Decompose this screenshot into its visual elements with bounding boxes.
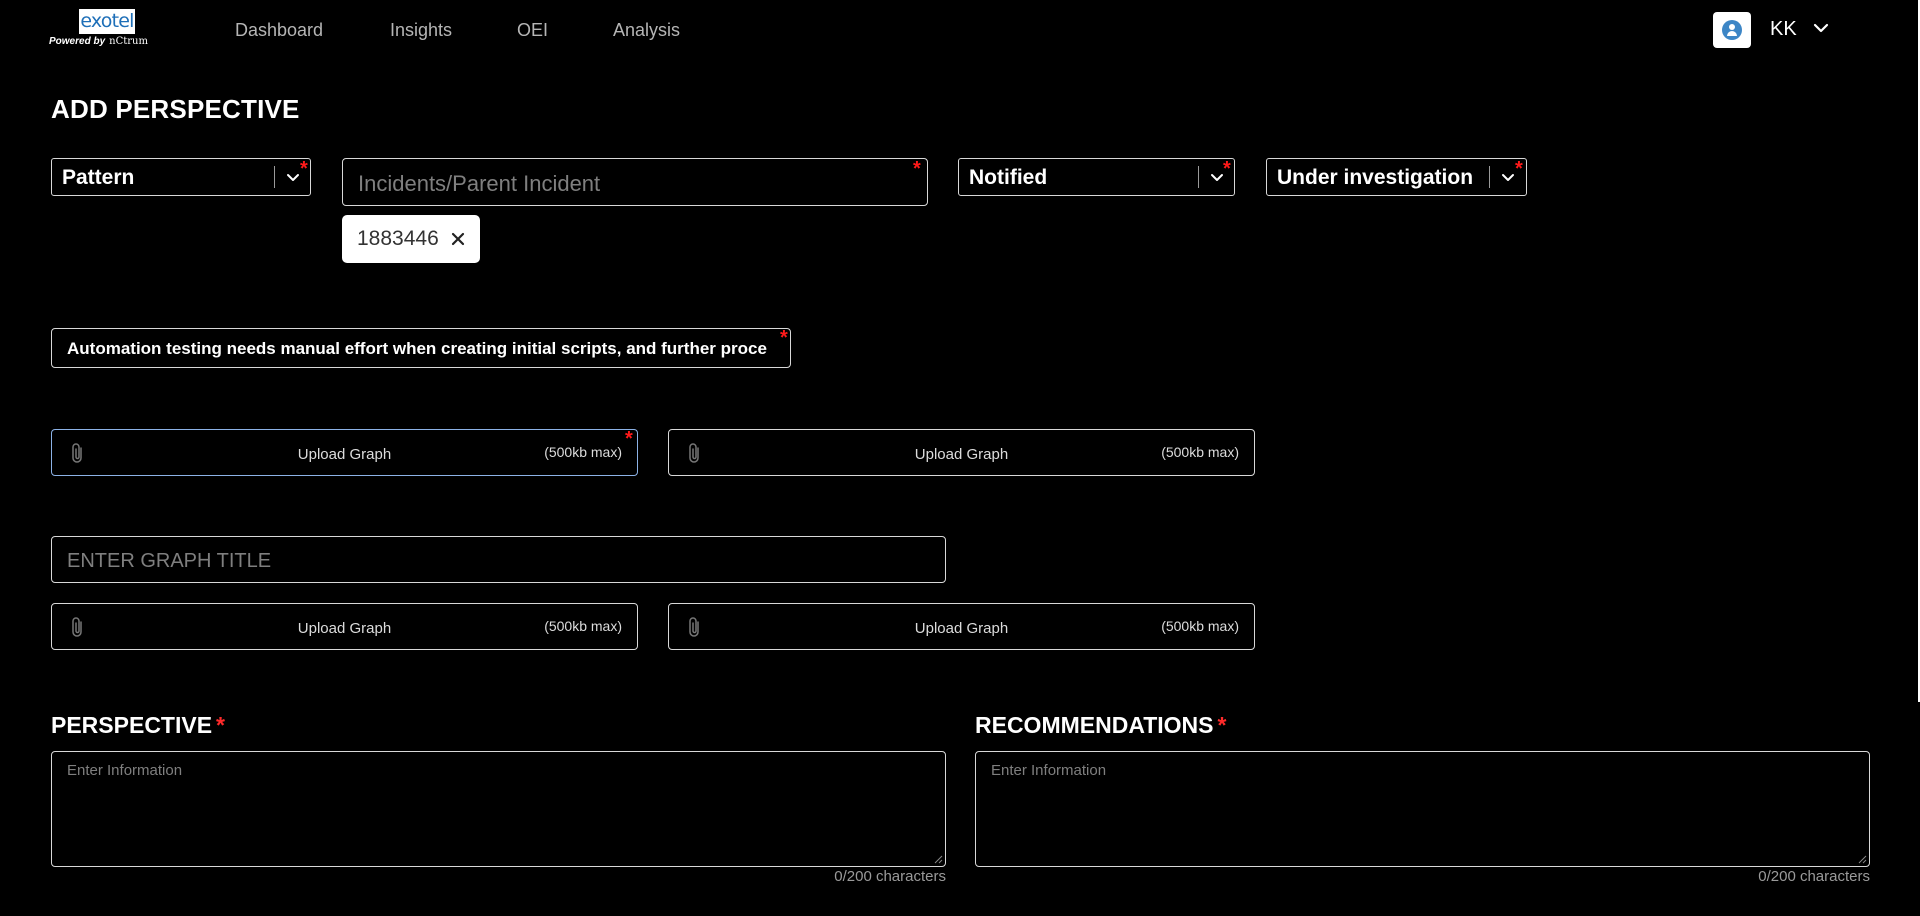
required-asterisk: * (1217, 712, 1227, 738)
select-divider (274, 166, 275, 188)
perspective-textarea[interactable]: Enter Information (51, 751, 946, 867)
status-select[interactable]: Under investigation * (1266, 158, 1527, 196)
incident-chip[interactable]: 1883446 (342, 215, 480, 263)
page-title: ADD PERSPECTIVE (51, 94, 300, 124)
user-initials[interactable]: KK (1770, 18, 1797, 41)
perspective-heading-text: PERSPECTIVE (51, 712, 213, 738)
pattern-select-value: Pattern (62, 166, 135, 189)
required-asterisk: * (913, 158, 921, 180)
required-asterisk: * (1223, 158, 1231, 180)
partner-name: nCtrum (109, 36, 148, 47)
problem-statement-value: Automation testing needs manual effort w… (67, 339, 767, 358)
upload-graph-button-1[interactable]: Upload Graph (500kb max) * (51, 429, 638, 476)
logo-text: exotel (80, 10, 134, 32)
recommendations-heading: RECOMMENDATIONS * (975, 712, 1226, 739)
problem-statement-input[interactable]: Automation testing needs manual effort w… (51, 328, 791, 368)
incident-input[interactable]: Incidents/Parent Incident * (342, 158, 928, 206)
resize-grip-icon[interactable] (1857, 854, 1867, 864)
graph-title-input[interactable]: ENTER GRAPH TITLE (51, 536, 946, 583)
upload-graph-button-4[interactable]: Upload Graph (500kb max) (668, 603, 1255, 650)
powered-by-label: Powered by (49, 36, 106, 47)
notified-select[interactable]: Notified * (958, 158, 1235, 196)
nav-item-oei[interactable]: OEI (517, 20, 548, 41)
required-asterisk: * (216, 712, 225, 738)
notified-select-value: Notified (969, 166, 1048, 189)
incident-input-placeholder: Incidents/Parent Incident (358, 171, 601, 196)
upload-size-hint: (500kb max) (544, 444, 622, 460)
user-avatar[interactable] (1713, 12, 1751, 48)
recommendations-textarea[interactable]: Enter Information (975, 751, 1870, 867)
resize-grip-icon[interactable] (933, 854, 943, 864)
required-asterisk: * (1515, 158, 1523, 180)
graph-title-placeholder: ENTER GRAPH TITLE (67, 550, 272, 572)
perspective-heading: PERSPECTIVE * (51, 712, 225, 739)
recommendations-placeholder: Enter Information (991, 762, 1107, 779)
chevron-down-icon[interactable] (1810, 17, 1832, 39)
status-select-value: Under investigation (1277, 166, 1474, 189)
nav-item-insights[interactable]: Insights (390, 20, 452, 41)
user-avatar-icon (1722, 20, 1742, 40)
nav-item-analysis[interactable]: Analysis (613, 20, 680, 41)
upload-graph-button-2[interactable]: Upload Graph (500kb max) (668, 429, 1255, 476)
upload-size-hint: (500kb max) (544, 618, 622, 634)
required-asterisk: * (625, 428, 633, 450)
pattern-select[interactable]: Pattern * (51, 158, 311, 196)
upload-size-hint: (500kb max) (1161, 444, 1239, 460)
recommendations-heading-text: RECOMMENDATIONS (975, 712, 1214, 738)
perspective-placeholder: Enter Information (67, 762, 183, 779)
close-icon[interactable] (449, 230, 467, 248)
upload-graph-button-3[interactable]: Upload Graph (500kb max) (51, 603, 638, 650)
powered-by: Powered by nCtrum (49, 36, 148, 48)
select-divider (1198, 166, 1199, 188)
recommendations-char-counter: 0/200 characters (1758, 868, 1870, 885)
nav-item-dashboard[interactable]: Dashboard (235, 20, 323, 41)
required-asterisk: * (780, 327, 788, 349)
incident-chip-label: 1883446 (357, 227, 439, 250)
select-divider (1489, 166, 1490, 188)
required-asterisk: * (300, 158, 308, 180)
upload-size-hint: (500kb max) (1161, 618, 1239, 634)
perspective-char-counter: 0/200 characters (834, 868, 946, 885)
brand-logo[interactable]: exotel Powered by nCtrum (49, 9, 161, 49)
